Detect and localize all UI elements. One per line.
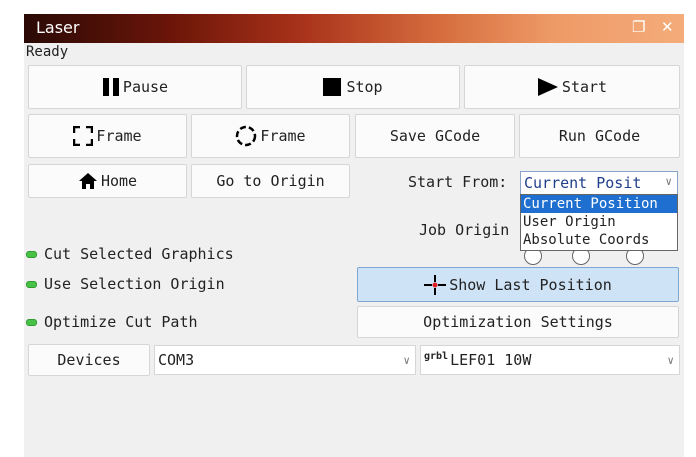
chevron-down-icon: ∨ — [403, 354, 410, 367]
optimize-cut-label: Optimize Cut Path — [44, 313, 198, 331]
dropdown-option[interactable]: Current Position — [521, 195, 677, 213]
cut-selected-graphics-toggle[interactable]: Cut Selected Graphics — [26, 245, 234, 263]
device-select[interactable]: grbl LEF01 10W ∨ — [420, 345, 680, 375]
pause-label: Pause — [122, 78, 169, 96]
start-from-select[interactable]: Current Posit ∨ — [520, 171, 678, 195]
show-last-position-button[interactable]: Show Last Position — [357, 267, 679, 302]
cut-selected-label: Cut Selected Graphics — [44, 245, 234, 263]
window-title: Laser — [36, 18, 80, 37]
play-icon — [537, 77, 559, 97]
status-text: Ready — [26, 44, 69, 60]
frame-circle-label: Frame — [260, 127, 306, 145]
chevron-down-icon: ∨ — [667, 354, 674, 367]
device-value: LEF01 10W — [450, 351, 532, 369]
go-to-origin-button[interactable]: Go to Origin — [191, 164, 350, 198]
save-gcode-button[interactable]: Save GCode — [355, 114, 515, 158]
use-selection-origin-toggle[interactable]: Use Selection Origin — [26, 275, 225, 293]
frame-rect-button[interactable]: Frame — [28, 114, 187, 158]
grbl-badge: grbl — [424, 350, 449, 362]
home-label: Home — [100, 172, 138, 190]
optimization-settings-button[interactable]: Optimization Settings — [357, 306, 679, 338]
pause-button[interactable]: Pause — [28, 65, 242, 109]
home-icon — [78, 172, 98, 190]
stop-label: Stop — [346, 78, 383, 96]
start-from-value: Current Posit — [524, 174, 642, 192]
laser-panel: Laser ❐ ✕ Ready Pause Stop Start Frame F… — [24, 14, 684, 457]
toggle-on-icon — [26, 318, 37, 326]
stop-button[interactable]: Stop — [246, 65, 460, 109]
show-last-label: Show Last Position — [449, 275, 612, 294]
frame-circle-icon — [235, 125, 257, 147]
start-label: Start — [561, 78, 608, 96]
start-from-dropdown-list: Current Position User Origin Absolute Co… — [520, 194, 678, 251]
dropdown-option[interactable]: User Origin — [521, 213, 677, 231]
frame-rectangle-icon — [73, 126, 94, 146]
toggle-on-icon — [26, 280, 37, 288]
start-button[interactable]: Start — [464, 65, 680, 109]
frame-rect-label: Frame — [96, 127, 142, 145]
job-origin-label: Job Origin — [419, 221, 510, 239]
frame-circle-button[interactable]: Frame — [191, 114, 350, 158]
title-bar: Laser ❐ ✕ — [24, 14, 684, 43]
use-selection-origin-label: Use Selection Origin — [44, 275, 225, 293]
chevron-down-icon: ∨ — [665, 175, 672, 188]
restore-window-icon[interactable]: ❐ — [632, 18, 645, 36]
dropdown-option[interactable]: Absolute Coords — [521, 231, 677, 249]
run-gcode-button[interactable]: Run GCode — [519, 114, 680, 158]
optimize-cut-path-toggle[interactable]: Optimize Cut Path — [26, 313, 198, 331]
port-select[interactable]: COM3 ∨ — [154, 345, 416, 375]
stop-icon — [323, 77, 343, 97]
port-value: COM3 — [158, 351, 195, 369]
devices-button[interactable]: Devices — [28, 344, 150, 376]
start-from-label: Start From: — [408, 173, 508, 191]
home-button[interactable]: Home — [28, 164, 187, 198]
crosshair-icon — [424, 274, 447, 295]
toggle-on-icon — [26, 250, 37, 258]
close-icon[interactable]: ✕ — [661, 18, 674, 36]
pause-icon — [102, 77, 120, 97]
